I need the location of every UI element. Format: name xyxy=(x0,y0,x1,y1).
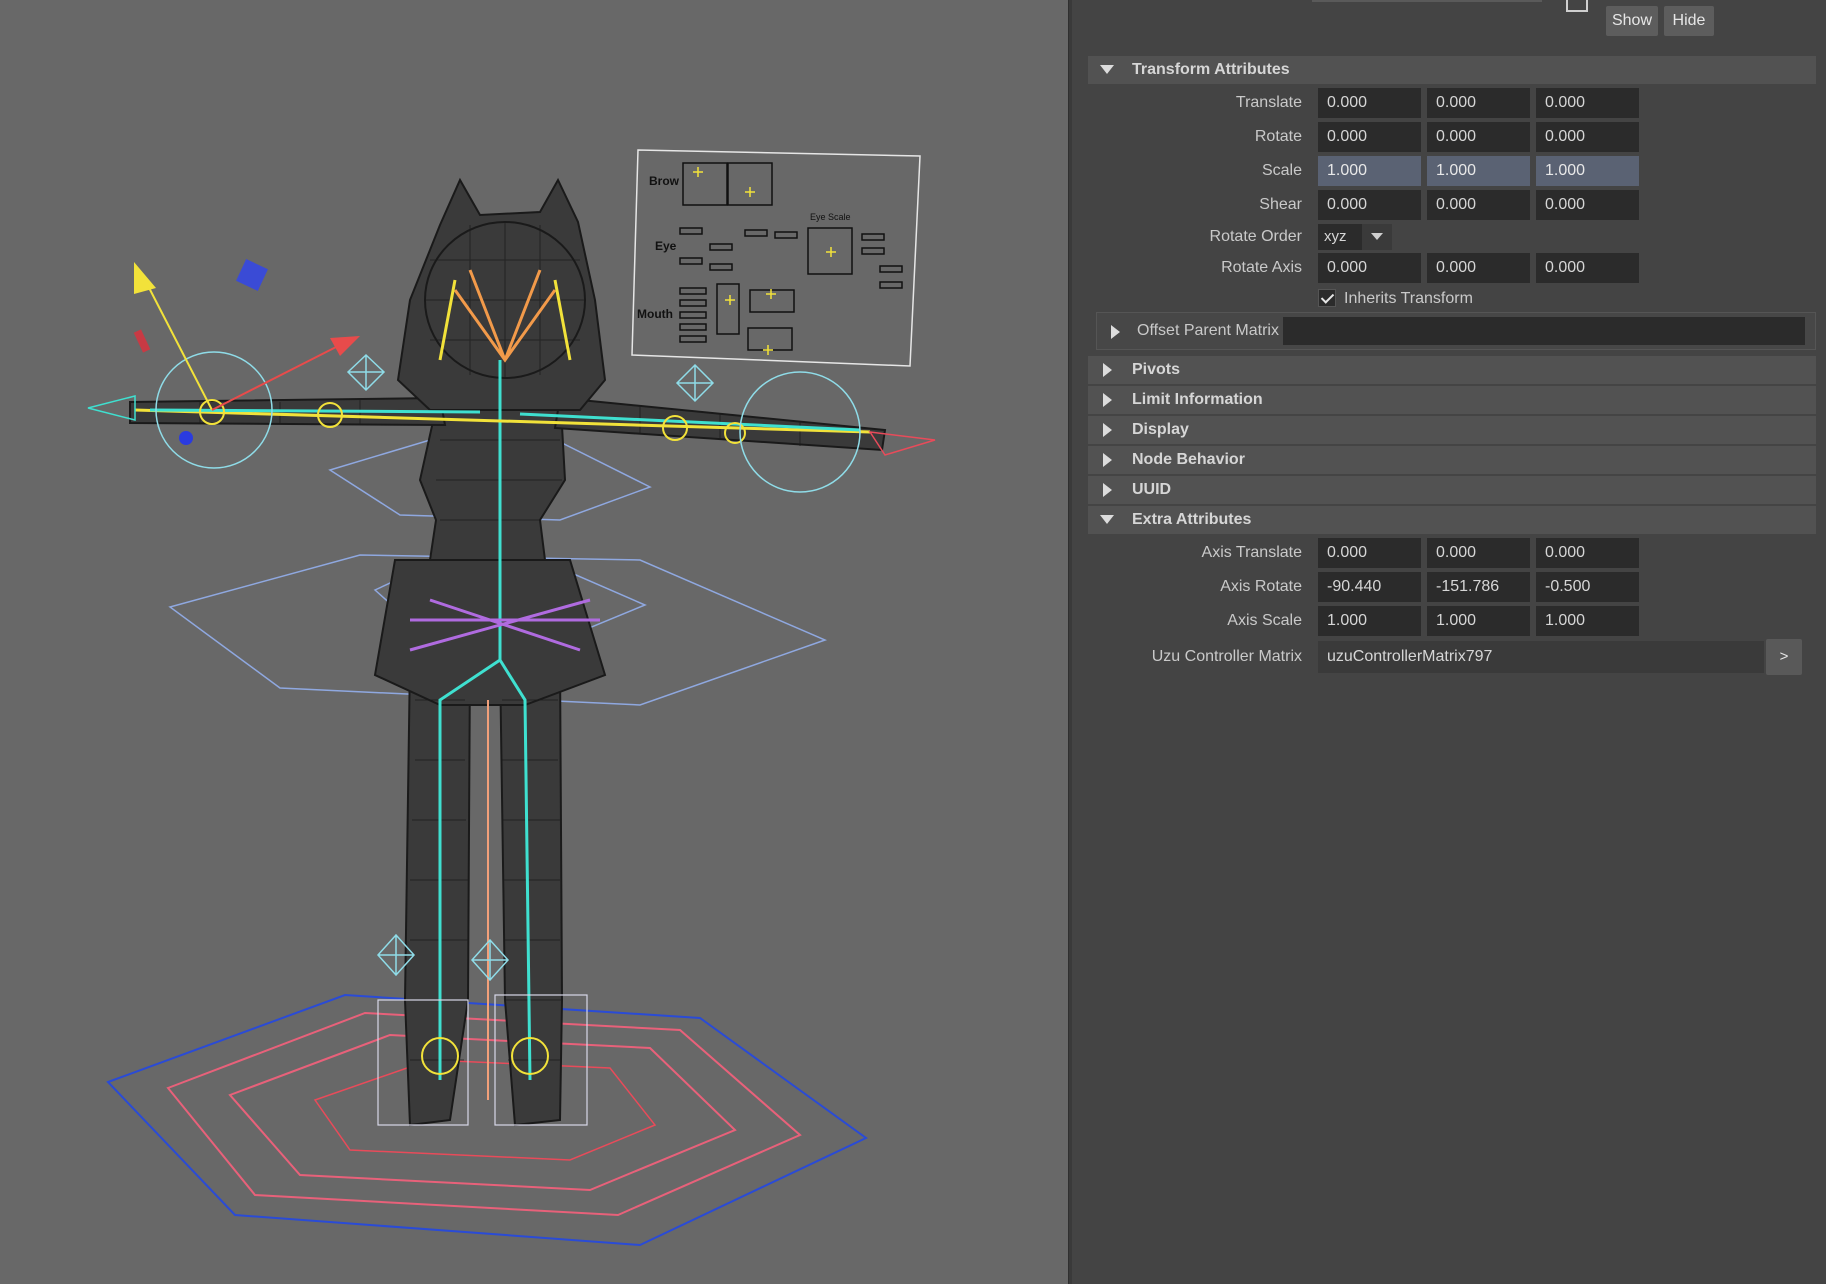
rotate-order-dropdown[interactable]: xyz xyxy=(1318,224,1392,250)
uzu-controller-matrix-label: Uzu Controller Matrix xyxy=(1151,648,1302,665)
shear-z-field[interactable]: 0.000 xyxy=(1536,190,1639,220)
pivots-header[interactable]: Pivots xyxy=(1088,356,1816,384)
expand-triangle-icon xyxy=(1103,393,1112,407)
scale-y-field[interactable]: 1.000 xyxy=(1427,156,1530,186)
expand-triangle-icon xyxy=(1103,423,1112,437)
rig-viewport-drawing[interactable]: Brow Eye Mouth Eye Scale xyxy=(0,0,1068,1284)
offset-parent-matrix-bar xyxy=(1283,317,1805,345)
scale-label: Scale xyxy=(1261,162,1302,179)
section-title: UUID xyxy=(1132,481,1172,498)
expand-triangle-icon xyxy=(1103,363,1112,377)
section-title: Node Behavior xyxy=(1132,451,1245,468)
rotate-axis-y-field[interactable]: 0.000 xyxy=(1427,253,1530,283)
face-panel-eye-label: Eye xyxy=(655,239,677,253)
expand-triangle-icon xyxy=(1103,483,1112,497)
scale-z-field[interactable]: 1.000 xyxy=(1536,156,1639,186)
rotate-y-field[interactable]: 0.000 xyxy=(1427,122,1530,152)
axis-rotate-z-field[interactable]: -0.500 xyxy=(1536,572,1639,602)
inherits-transform-label: Inherits Transform xyxy=(1344,290,1473,307)
transform-attributes-header[interactable]: Transform Attributes xyxy=(1088,56,1816,84)
display-header[interactable]: Display xyxy=(1088,416,1816,444)
rotate-order-value: xyz xyxy=(1324,228,1347,245)
translate-label: Translate xyxy=(1235,94,1302,111)
expand-triangle-icon xyxy=(1111,325,1120,339)
axis-scale-label: Axis Scale xyxy=(1227,612,1302,629)
scale-x-field[interactable]: 1.000 xyxy=(1318,156,1421,186)
collapse-triangle-icon xyxy=(1100,515,1114,524)
axis-translate-z-field[interactable]: 0.000 xyxy=(1536,538,1639,568)
translate-z-field[interactable]: 0.000 xyxy=(1536,88,1639,118)
limit-information-header[interactable]: Limit Information xyxy=(1088,386,1816,414)
inherits-transform-checkbox[interactable] xyxy=(1318,289,1336,307)
axis-scale-x-field[interactable]: 1.000 xyxy=(1318,606,1421,636)
uzu-controller-matrix-go-button[interactable]: > xyxy=(1766,639,1802,675)
rotate-z-field[interactable]: 0.000 xyxy=(1536,122,1639,152)
dropdown-arrow-icon xyxy=(1362,224,1392,250)
offset-parent-matrix-label: Offset Parent Matrix xyxy=(1137,322,1279,339)
rotate-x-field[interactable]: 0.000 xyxy=(1318,122,1421,152)
attribute-editor: Show Hide Transform Attributes Translate… xyxy=(1072,0,1826,1284)
axis-scale-z-field[interactable]: 1.000 xyxy=(1536,606,1639,636)
translate-x-field[interactable]: 0.000 xyxy=(1318,88,1421,118)
copy-tab-icon[interactable] xyxy=(1566,0,1588,12)
axis-translate-x-field[interactable]: 0.000 xyxy=(1318,538,1421,568)
extra-attributes-header[interactable]: Extra Attributes xyxy=(1088,506,1816,534)
translate-y-field[interactable]: 0.000 xyxy=(1427,88,1530,118)
rotate-axis-label: Rotate Axis xyxy=(1221,259,1302,276)
section-title: Transform Attributes xyxy=(1132,61,1290,78)
section-title: Display xyxy=(1132,421,1189,438)
axis-rotate-label: Axis Rotate xyxy=(1220,578,1302,595)
rotate-axis-x-field[interactable]: 0.000 xyxy=(1318,253,1421,283)
section-title: Pivots xyxy=(1132,361,1181,378)
axis-rotate-x-field[interactable]: -90.440 xyxy=(1318,572,1421,602)
collapse-triangle-icon xyxy=(1100,65,1114,74)
3d-viewport[interactable]: Brow Eye Mouth Eye Scale xyxy=(0,0,1068,1284)
top-divider xyxy=(1312,0,1542,2)
hand-effector-left[interactable] xyxy=(87,395,136,421)
show-button[interactable]: Show xyxy=(1606,6,1658,36)
uuid-header[interactable]: UUID xyxy=(1088,476,1816,504)
rotate-label: Rotate xyxy=(1254,128,1302,145)
rotate-order-label: Rotate Order xyxy=(1209,228,1302,245)
section-title: Extra Attributes xyxy=(1132,511,1252,528)
axis-translate-label: Axis Translate xyxy=(1201,544,1302,561)
hide-button[interactable]: Hide xyxy=(1664,6,1714,36)
node-behavior-header[interactable]: Node Behavior xyxy=(1088,446,1816,474)
character-wireframe[interactable] xyxy=(129,177,887,1127)
offset-parent-matrix-frame[interactable]: Offset Parent Matrix xyxy=(1096,312,1816,350)
axis-scale-y-field[interactable]: 1.000 xyxy=(1427,606,1530,636)
section-title: Limit Information xyxy=(1132,391,1263,408)
axis-rotate-y-field[interactable]: -151.786 xyxy=(1427,572,1530,602)
shear-label: Shear xyxy=(1259,196,1302,213)
shear-y-field[interactable]: 0.000 xyxy=(1427,190,1530,220)
face-panel-brow-label: Brow xyxy=(649,174,680,188)
facial-control-panel[interactable]: Brow Eye Mouth Eye Scale xyxy=(631,149,921,367)
face-panel-eye-scale-label: Eye Scale xyxy=(810,212,851,222)
axis-translate-y-field[interactable]: 0.000 xyxy=(1427,538,1530,568)
shear-x-field[interactable]: 0.000 xyxy=(1318,190,1421,220)
rotate-axis-z-field[interactable]: 0.000 xyxy=(1536,253,1639,283)
expand-triangle-icon xyxy=(1103,453,1112,467)
face-panel-mouth-label: Mouth xyxy=(637,307,673,321)
uzu-controller-matrix-field[interactable]: uzuControllerMatrix797 xyxy=(1318,641,1764,673)
